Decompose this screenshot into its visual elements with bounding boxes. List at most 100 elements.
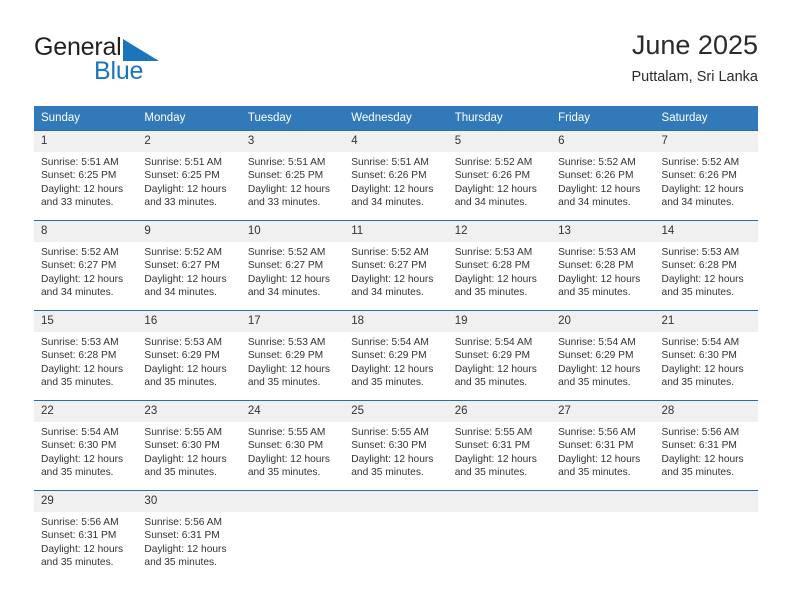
day-cell[interactable]: 28 Sunrise: 5:56 AM Sunset: 6:31 PM Dayligh… bbox=[654, 400, 758, 491]
day-cell[interactable]: 20 Sunrise: 5:54 AM Sunset: 6:29 PM Dayligh… bbox=[551, 310, 655, 401]
day-details: Sunrise: 5:55 AM Sunset: 6:30 PM Daylight:… bbox=[137, 422, 240, 480]
day-number: 17 bbox=[240, 311, 345, 332]
day-cell[interactable]: 18 Sunrise: 5:54 AM Sunset: 6:29 PM Dayligh… bbox=[344, 310, 448, 401]
daylight-text: Daylight: 12 hours and 34 minutes. bbox=[558, 183, 641, 209]
daylight-text: Daylight: 12 hours and 35 minutes. bbox=[41, 543, 124, 569]
day-details: Sunrise: 5:53 AM Sunset: 6:28 PM Daylight:… bbox=[655, 242, 758, 300]
sunset-text: Sunset: 6:25 PM bbox=[144, 170, 220, 182]
day-cell[interactable]: 8 Sunrise: 5:52 AM Sunset: 6:27 PM Daylight… bbox=[34, 220, 138, 311]
day-cell[interactable]: 16 Sunrise: 5:53 AM Sunset: 6:29 PM Dayligh… bbox=[137, 310, 241, 401]
column-header-thursday: Thursday bbox=[447, 106, 552, 131]
sunrise-text: Sunrise: 5:52 AM bbox=[454, 157, 533, 168]
day-number bbox=[447, 491, 552, 512]
day-details: Sunrise: 5:51 AM Sunset: 6:26 PM Daylight:… bbox=[344, 152, 447, 210]
day-cell[interactable]: 25 Sunrise: 5:55 AM Sunset: 6:30 PM Dayligh… bbox=[344, 400, 448, 491]
day-cell[interactable]: 3 Sunrise: 5:51 AM Sunset: 6:25 PM Daylight… bbox=[240, 130, 345, 221]
daylight-text: Daylight: 12 hours and 34 minutes. bbox=[454, 183, 537, 209]
sunrise-text: Sunrise: 5:51 AM bbox=[351, 157, 429, 168]
sunrise-text: Sunrise: 5:53 AM bbox=[41, 337, 119, 348]
day-cell[interactable]: 17 Sunrise: 5:53 AM Sunset: 6:29 PM Dayligh… bbox=[240, 310, 345, 401]
day-details: Sunrise: 5:53 AM Sunset: 6:29 PM Daylight:… bbox=[241, 332, 344, 390]
day-cell[interactable]: 22 Sunrise: 5:54 AM Sunset: 6:30 PM Dayligh… bbox=[34, 400, 138, 491]
daylight-text: Daylight: 12 hours and 33 minutes. bbox=[144, 183, 227, 209]
sunrise-text: Sunrise: 5:52 AM bbox=[144, 247, 223, 258]
day-number: 14 bbox=[654, 221, 758, 242]
day-cell[interactable]: 14 Sunrise: 5:53 AM Sunset: 6:28 PM Dayligh… bbox=[654, 220, 758, 311]
day-number: 4 bbox=[344, 131, 448, 152]
day-details: Sunrise: 5:54 AM Sunset: 6:30 PM Daylight:… bbox=[34, 422, 137, 480]
day-number: 23 bbox=[137, 401, 241, 422]
day-cell[interactable]: 30 Sunrise: 5:56 AM Sunset: 6:31 PM Dayligh… bbox=[137, 490, 241, 580]
page-header: General Blue June 2025 Puttalam, Sri Lan… bbox=[34, 28, 758, 98]
day-cell[interactable]: 5 Sunrise: 5:52 AM Sunset: 6:26 PM Daylight… bbox=[447, 130, 552, 221]
sunrise-text: Sunrise: 5:52 AM bbox=[247, 247, 326, 258]
column-header-friday: Friday bbox=[551, 106, 655, 131]
column-header-tuesday: Tuesday bbox=[240, 106, 345, 131]
day-cell[interactable]: 23 Sunrise: 5:55 AM Sunset: 6:30 PM Dayligh… bbox=[137, 400, 241, 491]
sunset-text: Sunset: 6:31 PM bbox=[454, 440, 531, 452]
day-number: 10 bbox=[240, 221, 345, 242]
page-title: June 2025 bbox=[631, 30, 758, 60]
sunrise-text: Sunrise: 5:56 AM bbox=[144, 517, 223, 528]
sunset-text: Sunset: 6:30 PM bbox=[351, 440, 427, 452]
sunset-text: Sunset: 6:26 PM bbox=[661, 170, 737, 182]
daylight-text: Daylight: 12 hours and 35 minutes. bbox=[454, 273, 537, 299]
daylight-text: Daylight: 12 hours and 34 minutes. bbox=[351, 273, 434, 299]
day-number: 11 bbox=[344, 221, 448, 242]
day-cell[interactable]: 1 Sunrise: 5:51 AM Sunset: 6:25 PM Daylight… bbox=[34, 130, 138, 221]
daylight-text: Daylight: 12 hours and 35 minutes. bbox=[247, 363, 330, 389]
day-cell[interactable]: 27 Sunrise: 5:56 AM Sunset: 6:31 PM Dayligh… bbox=[551, 400, 655, 491]
sunset-text: Sunset: 6:27 PM bbox=[351, 260, 427, 272]
sunset-text: Sunset: 6:28 PM bbox=[454, 260, 531, 272]
day-cell[interactable]: 26 Sunrise: 5:55 AM Sunset: 6:31 PM Dayligh… bbox=[447, 400, 552, 491]
daylight-text: Daylight: 12 hours and 35 minutes. bbox=[144, 363, 227, 389]
day-cell[interactable]: 10 Sunrise: 5:52 AM Sunset: 6:27 PM Dayligh… bbox=[240, 220, 345, 311]
day-details: Sunrise: 5:56 AM Sunset: 6:31 PM Daylight:… bbox=[551, 422, 654, 480]
day-number: 30 bbox=[137, 491, 241, 512]
sunset-text: Sunset: 6:31 PM bbox=[661, 440, 737, 452]
day-details: Sunrise: 5:56 AM Sunset: 6:31 PM Daylight:… bbox=[34, 512, 137, 570]
day-cell[interactable]: 21 Sunrise: 5:54 AM Sunset: 6:30 PM Dayligh… bbox=[654, 310, 758, 401]
day-number: 20 bbox=[551, 311, 655, 332]
daylight-text: Daylight: 12 hours and 35 minutes. bbox=[661, 453, 744, 479]
sunrise-text: Sunrise: 5:51 AM bbox=[41, 157, 119, 168]
brand-logo[interactable]: General Blue bbox=[34, 34, 264, 90]
day-cell[interactable]: 19 Sunrise: 5:54 AM Sunset: 6:29 PM Dayligh… bbox=[447, 310, 552, 401]
day-cell[interactable]: 12 Sunrise: 5:53 AM Sunset: 6:28 PM Dayligh… bbox=[447, 220, 552, 311]
daylight-text: Daylight: 12 hours and 34 minutes. bbox=[144, 273, 227, 299]
day-cell[interactable]: 6 Sunrise: 5:52 AM Sunset: 6:26 PM Daylight… bbox=[551, 130, 655, 221]
daylight-text: Daylight: 12 hours and 35 minutes. bbox=[41, 363, 124, 389]
day-details: Sunrise: 5:52 AM Sunset: 6:26 PM Daylight:… bbox=[655, 152, 758, 210]
day-cell[interactable]: 4 Sunrise: 5:51 AM Sunset: 6:26 PM Daylight… bbox=[344, 130, 448, 221]
sunset-text: Sunset: 6:27 PM bbox=[41, 260, 117, 272]
day-number: 18 bbox=[344, 311, 448, 332]
day-cell[interactable]: 9 Sunrise: 5:52 AM Sunset: 6:27 PM Daylight… bbox=[137, 220, 241, 311]
day-number: 15 bbox=[34, 311, 138, 332]
day-cell[interactable]: 2 Sunrise: 5:51 AM Sunset: 6:25 PM Daylight… bbox=[137, 130, 241, 221]
sunset-text: Sunset: 6:25 PM bbox=[41, 170, 117, 182]
sunset-text: Sunset: 6:26 PM bbox=[351, 170, 427, 182]
sunrise-text: Sunrise: 5:52 AM bbox=[558, 157, 636, 168]
sunrise-text: Sunrise: 5:53 AM bbox=[558, 247, 636, 258]
sunset-text: Sunset: 6:28 PM bbox=[661, 260, 737, 272]
day-details: Sunrise: 5:56 AM Sunset: 6:31 PM Daylight:… bbox=[137, 512, 240, 570]
week-row: 15 Sunrise: 5:53 AM Sunset: 6:28 PM Dayligh… bbox=[34, 310, 758, 401]
day-cell[interactable]: 11 Sunrise: 5:52 AM Sunset: 6:27 PM Dayligh… bbox=[344, 220, 448, 311]
day-details: Sunrise: 5:51 AM Sunset: 6:25 PM Daylight:… bbox=[137, 152, 240, 210]
day-number: 6 bbox=[551, 131, 655, 152]
brand-name-blue: Blue bbox=[94, 57, 144, 85]
calendar-page: General Blue June 2025 Puttalam, Sri Lan… bbox=[0, 0, 792, 612]
sunset-text: Sunset: 6:29 PM bbox=[144, 350, 220, 362]
day-cell[interactable]: 7 Sunrise: 5:52 AM Sunset: 6:26 PM Daylight… bbox=[654, 130, 758, 221]
day-number: 26 bbox=[447, 401, 552, 422]
day-cell[interactable]: 15 Sunrise: 5:53 AM Sunset: 6:28 PM Dayligh… bbox=[34, 310, 138, 401]
day-number: 12 bbox=[447, 221, 552, 242]
day-cell[interactable]: 29 Sunrise: 5:56 AM Sunset: 6:31 PM Dayligh… bbox=[34, 490, 138, 580]
sunset-text: Sunset: 6:29 PM bbox=[351, 350, 427, 362]
day-cell[interactable]: 24 Sunrise: 5:55 AM Sunset: 6:30 PM Dayligh… bbox=[240, 400, 345, 491]
day-details: Sunrise: 5:52 AM Sunset: 6:27 PM Daylight:… bbox=[34, 242, 137, 300]
day-details: Sunrise: 5:52 AM Sunset: 6:27 PM Daylight:… bbox=[137, 242, 240, 300]
day-cell[interactable]: 13 Sunrise: 5:53 AM Sunset: 6:28 PM Dayligh… bbox=[551, 220, 655, 311]
day-number: 8 bbox=[34, 221, 138, 242]
calendar-body: 1 Sunrise: 5:51 AM Sunset: 6:25 PM Daylight… bbox=[34, 130, 758, 580]
